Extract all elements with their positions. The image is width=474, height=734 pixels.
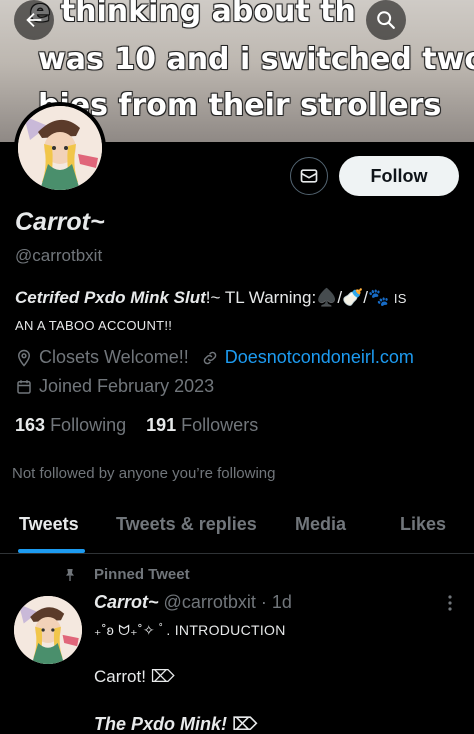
- message-button[interactable]: [290, 157, 328, 195]
- tweet-author-handle-time: @carrotbxit · 1d: [163, 592, 292, 612]
- profile-joined-row: Joined February 2023: [15, 376, 214, 397]
- tweet-text-line-2: Carrot! ⌦: [94, 667, 175, 686]
- followers-label: Followers: [181, 415, 259, 435]
- following-link[interactable]: 163 Following: [15, 415, 126, 436]
- tab-tweets-replies[interactable]: Tweets & replies: [116, 514, 257, 535]
- tab-tweets[interactable]: Tweets: [19, 514, 79, 535]
- tab-media[interactable]: Media: [295, 514, 346, 535]
- bio-caps-text-2: AN A TABOO ACCOUNT!!: [15, 318, 173, 333]
- following-count: 163: [15, 415, 46, 435]
- mail-icon: [300, 169, 318, 183]
- follow-button[interactable]: Follow: [339, 156, 459, 196]
- calendar-icon: [17, 379, 31, 394]
- search-icon: [377, 11, 395, 29]
- followers-count: 191: [146, 415, 177, 435]
- location-text: Closets Welcome!!: [39, 347, 189, 367]
- tweet-text-line-1: ₊˚ʚ ᗢ₊˚✧ ﾟ. INTRODUCTION: [94, 622, 286, 638]
- banner-text-line-1: e thinking about th: [30, 0, 356, 29]
- profile-bio: Cetrifed Pxdo Mink Slut!~ TL Warning:♠️/…: [15, 285, 465, 339]
- tab-likes[interactable]: Likes: [400, 514, 446, 535]
- link-icon: [203, 351, 216, 364]
- banner-text-line-2: was 10 and i switched two: [38, 42, 474, 77]
- profile-avatar[interactable]: [14, 102, 106, 194]
- more-vertical-icon[interactable]: [444, 594, 456, 612]
- website-link[interactable]: Doesnotcondoneirl.com: [225, 347, 414, 368]
- followers-link[interactable]: 191 Followers: [146, 415, 258, 436]
- bio-text: !~ TL Warning:♠️/🍼/🐾: [205, 288, 394, 307]
- following-label: Following: [50, 415, 127, 435]
- active-tab-indicator: [18, 549, 85, 553]
- banner-text-line-3: bies from their strollers: [38, 88, 442, 123]
- arrow-left-icon: [26, 12, 42, 28]
- bio-caps-text-1: IS: [393, 291, 407, 306]
- user-handle: @carrotbxit: [15, 246, 103, 265]
- pin-icon: [66, 568, 74, 581]
- tweet-header: Carrot~ @carrotbxit · 1d: [94, 592, 292, 613]
- search-button[interactable]: [366, 0, 406, 40]
- tweet-text-line-3: The Pxdo Mink! ⌦: [94, 714, 258, 734]
- bio-bold-text: Cetrifed Pxdo Mink Slut: [15, 288, 206, 307]
- profile-tabs: Tweets Tweets & replies Media Likes: [0, 498, 474, 554]
- pinned-text: Pinned Tweet: [94, 566, 190, 583]
- follow-stats: 163 Following 191 Followers: [15, 415, 258, 436]
- location-pin-icon: [17, 349, 31, 367]
- profile-location-row: Closets Welcome!! Doesnotcondoneirl.com: [15, 347, 414, 368]
- tweet-author-avatar[interactable]: [14, 596, 82, 664]
- display-name: Carrot~: [15, 208, 105, 236]
- tweet-author-name[interactable]: Carrot~: [94, 592, 159, 612]
- not-followed-notice: Not followed by anyone you’re following: [12, 465, 276, 482]
- back-button[interactable]: [14, 0, 54, 40]
- joined-text: Joined February 2023: [39, 376, 215, 396]
- pinned-tweet-label: Pinned Tweet: [62, 566, 190, 583]
